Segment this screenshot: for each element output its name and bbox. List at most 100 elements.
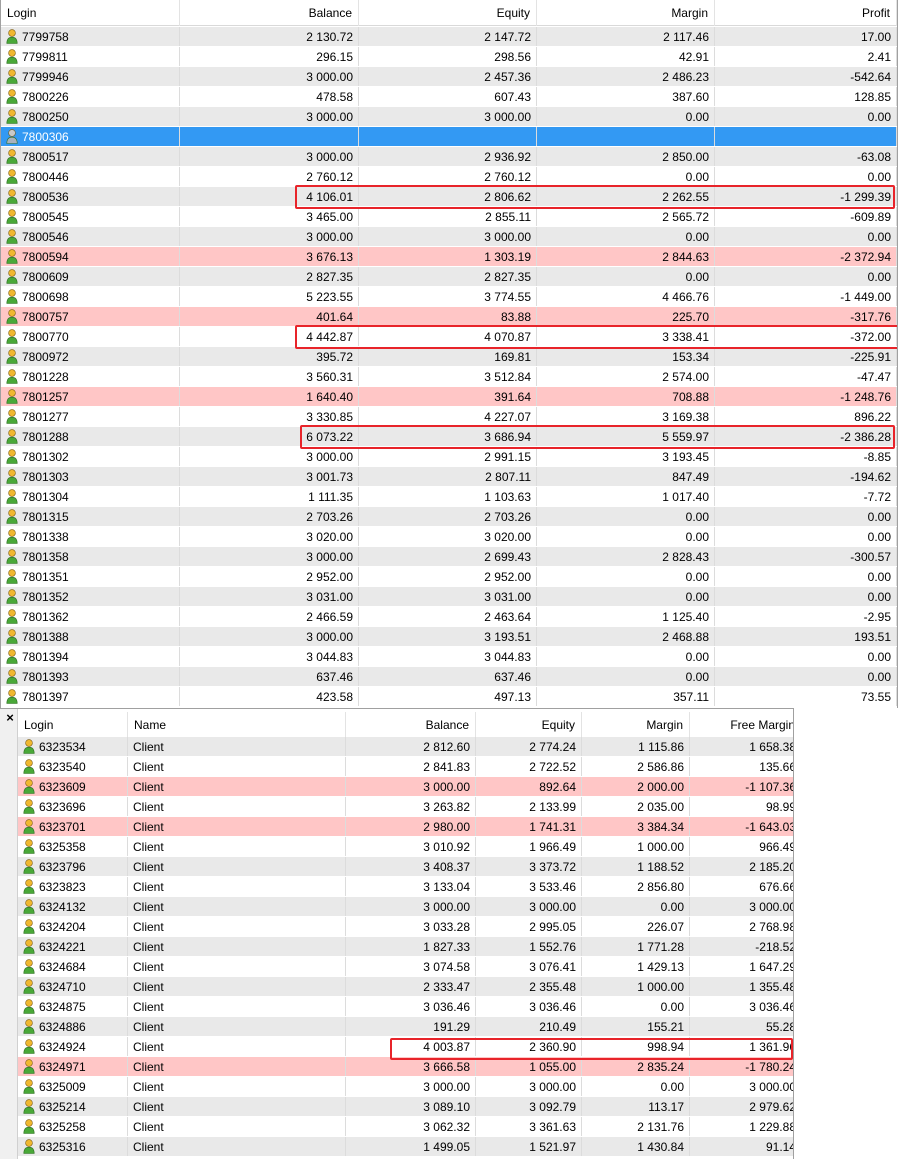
table-row[interactable]: 7800517 3 000.00 2 936.92 2 850.00 -63.08 xyxy=(1,147,897,167)
table-row[interactable]: 6324204 Client 3 033.28 2 995.05 226.07 2 768… xyxy=(18,917,793,937)
table-row[interactable]: 6325009 Client 3 000.00 3 000.00 0.00 3 000.0… xyxy=(18,1077,793,1097)
table-row[interactable]: 7801362 2 466.59 2 463.64 1 125.40 -2.95 xyxy=(1,607,897,627)
login-value: 7801351 xyxy=(22,569,69,584)
column-header-equity[interactable]: Equity xyxy=(359,0,537,26)
cell-margin: 0.00 xyxy=(537,567,715,586)
table-row[interactable]: 7800698 5 223.55 3 774.55 4 466.76 -1 449.00 xyxy=(1,287,897,307)
table-row[interactable]: 7799811 296.15 298.56 42.91 2.41 xyxy=(1,47,897,67)
table-row[interactable]: 7801388 3 000.00 3 193.51 2 468.88 193.51 xyxy=(1,627,897,647)
table-row[interactable]: 7801394 3 044.83 3 044.83 0.00 0.00 xyxy=(1,647,897,667)
cell-equity: 2 703.26 xyxy=(359,507,537,526)
cell-name: Client xyxy=(128,897,346,916)
table-row[interactable]: 6324886 Client 191.29 210.49 155.21 55.28 xyxy=(18,1017,793,1037)
column-header-balance[interactable]: Balance xyxy=(346,712,476,738)
table-row[interactable]: 6323701 Client 2 980.00 1 741.31 3 384.34 -1 … xyxy=(18,817,793,837)
table-row[interactable]: 7800536 4 106.01 2 806.62 2 262.55 -1 299.39 xyxy=(1,187,897,207)
cell-name: Client xyxy=(128,1137,346,1156)
cell-margin: 153.34 xyxy=(537,347,715,366)
table-row[interactable]: 7801304 1 111.35 1 103.63 1 017.40 -7.72 xyxy=(1,487,897,507)
close-icon[interactable]: × xyxy=(3,711,17,725)
column-header-margin[interactable]: Margin xyxy=(582,712,690,738)
cell-margin: 2 586.86 xyxy=(582,757,690,776)
table-row[interactable]: 7800250 3 000.00 3 000.00 0.00 0.00 xyxy=(1,107,897,127)
table-row[interactable]: 7800226 478.58 607.43 387.60 128.85 xyxy=(1,87,897,107)
column-header-equity[interactable]: Equity xyxy=(476,712,582,738)
table-row[interactable]: 7801351 2 952.00 2 952.00 0.00 0.00 xyxy=(1,567,897,587)
table-row[interactable]: 6325316 Client 1 499.05 1 521.97 1 430.84 91.… xyxy=(18,1137,793,1157)
table-row[interactable]: 7801315 2 703.26 2 703.26 0.00 0.00 xyxy=(1,507,897,527)
table-row[interactable]: 6323796 Client 3 408.37 3 373.72 1 188.52 2 1… xyxy=(18,857,793,877)
user-icon xyxy=(23,919,35,934)
table-row[interactable]: 7800770 4 442.87 4 070.87 3 338.41 -372.00 xyxy=(1,327,897,347)
cell-name: Client xyxy=(128,757,346,776)
table-row[interactable]: 7800546 3 000.00 3 000.00 0.00 0.00 xyxy=(1,227,897,247)
cell-margin: 0.00 xyxy=(537,107,715,126)
table-row[interactable]: 7801277 3 330.85 4 227.07 3 169.38 896.22 xyxy=(1,407,897,427)
table-row[interactable]: 6324684 Client 3 074.58 3 076.41 1 429.13 1 6… xyxy=(18,957,793,977)
login-value: 7800770 xyxy=(22,329,69,344)
table-row[interactable]: 6325258 Client 3 062.32 3 361.63 2 131.76 1 2… xyxy=(18,1117,793,1137)
column-header-free[interactable]: Free Margin xyxy=(690,712,793,738)
cell-login: 7801315 xyxy=(1,507,180,526)
cell-margin: 1 429.13 xyxy=(582,957,690,976)
cell-margin: 0.00 xyxy=(582,1077,690,1096)
login-value: 6325316 xyxy=(39,1139,86,1154)
table-row[interactable]: 6324924 Client 4 003.87 2 360.90 998.94 1 361… xyxy=(18,1037,793,1057)
cell-balance: 2 812.60 xyxy=(346,737,476,756)
table-row[interactable]: 7800446 2 760.12 2 760.12 0.00 0.00 xyxy=(1,167,897,187)
cell-balance: 423.58 xyxy=(180,687,359,706)
column-header-profit[interactable]: Profit xyxy=(715,0,897,26)
user-icon xyxy=(6,669,18,684)
cell-equity: 497.13 xyxy=(359,687,537,706)
table-row[interactable]: 7801302 3 000.00 2 991.15 3 193.45 -8.85 xyxy=(1,447,897,467)
table-row[interactable]: 7800972 395.72 169.81 153.34 -225.91 xyxy=(1,347,897,367)
cell-equity: 169.81 xyxy=(359,347,537,366)
table-row[interactable]: 7800757 401.64 83.88 225.70 -317.76 xyxy=(1,307,897,327)
column-header-login[interactable]: Login xyxy=(18,712,128,738)
table-row[interactable]: 7801358 3 000.00 2 699.43 2 828.43 -300.57 xyxy=(1,547,897,567)
table-row[interactable]: 7801303 3 001.73 2 807.11 847.49 -194.62 xyxy=(1,467,897,487)
table-row[interactable]: 7801338 3 020.00 3 020.00 0.00 0.00 xyxy=(1,527,897,547)
table-row[interactable]: 6324132 Client 3 000.00 3 000.00 0.00 3 000.0… xyxy=(18,897,793,917)
cell-profit: 0.00 xyxy=(715,507,897,526)
table-row[interactable]: 6323696 Client 3 263.82 2 133.99 2 035.00 98.… xyxy=(18,797,793,817)
table-row[interactable]: 7799946 3 000.00 2 457.36 2 486.23 -542.64 xyxy=(1,67,897,87)
column-header-margin[interactable]: Margin xyxy=(537,0,715,26)
cell-login: 6324971 xyxy=(18,1057,128,1076)
table-row[interactable]: 7801257 1 640.40 391.64 708.88 -1 248.76 xyxy=(1,387,897,407)
table-row[interactable]: 6323823 Client 3 133.04 3 533.46 2 856.80 676… xyxy=(18,877,793,897)
cell-balance: 3 000.00 xyxy=(346,897,476,916)
table-row[interactable]: 7799758 2 130.72 2 147.72 2 117.46 17.00 xyxy=(1,27,897,47)
table-row[interactable]: 7801228 3 560.31 3 512.84 2 574.00 -47.47 xyxy=(1,367,897,387)
login-value: 6323609 xyxy=(39,779,86,794)
table-row[interactable]: 6323534 Client 2 812.60 2 774.24 1 115.86 1 6… xyxy=(18,737,793,757)
table-row[interactable]: 6323609 Client 3 000.00 892.64 2 000.00 -1 10… xyxy=(18,777,793,797)
table-row[interactable]: 6325214 Client 3 089.10 3 092.79 113.17 2 979… xyxy=(18,1097,793,1117)
table-row[interactable]: 7800306 xyxy=(1,127,897,147)
table-row[interactable]: 7801393 637.46 637.46 0.00 0.00 xyxy=(1,667,897,687)
table-row[interactable]: 7801288 6 073.22 3 686.94 5 559.97 -2 386.28 xyxy=(1,427,897,447)
login-value: 6324204 xyxy=(39,919,86,934)
cell-equity: 210.49 xyxy=(476,1017,582,1036)
table-row[interactable]: 6324710 Client 2 333.47 2 355.48 1 000.00 1 3… xyxy=(18,977,793,997)
column-header-name[interactable]: Name xyxy=(128,712,346,738)
login-value: 7801228 xyxy=(22,369,69,384)
table-row[interactable]: 7801397 423.58 497.13 357.11 73.55 xyxy=(1,687,897,707)
column-header-login[interactable]: Login xyxy=(1,0,180,26)
cell-profit: 0.00 xyxy=(715,227,897,246)
cell-balance: 6 073.22 xyxy=(180,427,359,446)
table-row[interactable]: 7801352 3 031.00 3 031.00 0.00 0.00 xyxy=(1,587,897,607)
table-row[interactable]: 7800594 3 676.13 1 303.19 2 844.63 -2 372.94 xyxy=(1,247,897,267)
table-row[interactable]: 6323540 Client 2 841.83 2 722.52 2 586.86 135… xyxy=(18,757,793,777)
table-row[interactable]: 6324971 Client 3 666.58 1 055.00 2 835.24 -1 … xyxy=(18,1057,793,1077)
table-row[interactable]: 6324875 Client 3 036.46 3 036.46 0.00 3 036.4… xyxy=(18,997,793,1017)
table-row[interactable]: 6325358 Client 3 010.92 1 966.49 1 000.00 966… xyxy=(18,837,793,857)
cell-margin: 1 000.00 xyxy=(582,977,690,996)
login-value: 7800517 xyxy=(22,149,69,164)
table-row[interactable]: 7800609 2 827.35 2 827.35 0.00 0.00 xyxy=(1,267,897,287)
table-row[interactable]: 7800545 3 465.00 2 855.11 2 565.72 -609.89 xyxy=(1,207,897,227)
cell-balance: 2 130.72 xyxy=(180,27,359,46)
column-header-balance[interactable]: Balance xyxy=(180,0,359,26)
table-row[interactable]: 6324221 Client 1 827.33 1 552.76 1 771.28 -21… xyxy=(18,937,793,957)
cell-profit: 896.22 xyxy=(715,407,897,426)
